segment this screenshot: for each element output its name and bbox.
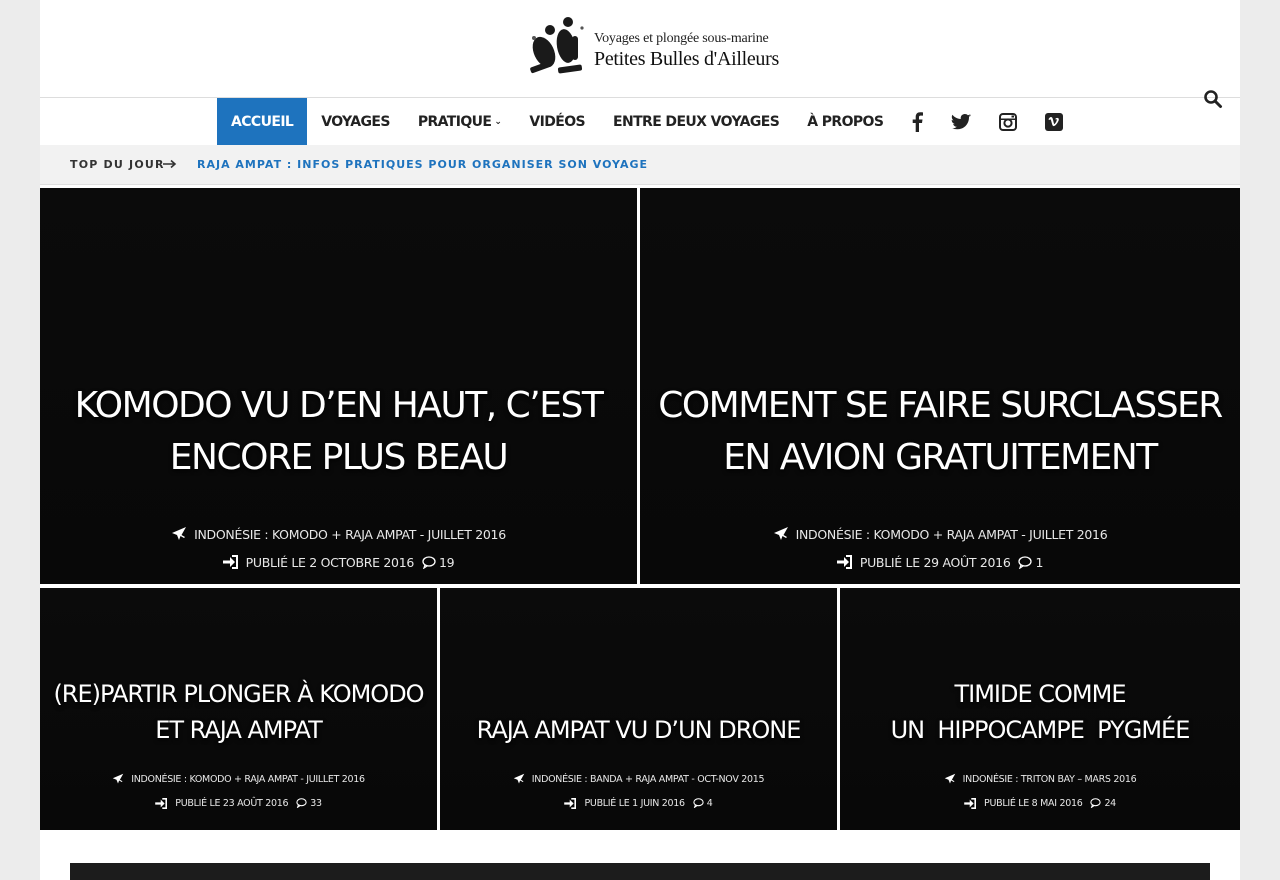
comment-count[interactable]: 1	[1035, 555, 1043, 570]
ticker-label: TOP DU JOUR	[70, 158, 165, 171]
main-nav: ACCUEIL VOYAGES PRATIQUE ⌄ VIDÉOS ENTRE D…	[40, 90, 1240, 146]
comment-icon	[296, 798, 307, 808]
nav-item-label: À PROPOS	[807, 114, 884, 130]
instagram-icon	[999, 113, 1018, 131]
ticker-article-link[interactable]: RAJA AMPAT : INFOS PRATIQUES POUR ORGANI…	[197, 158, 648, 171]
sign-in-icon	[564, 797, 577, 809]
publish-date: PUBLIÉ LE 8 MAI 2016	[984, 797, 1083, 809]
sign-in-icon	[836, 555, 853, 569]
card-title-line: COMMENT SE FAIRE SURCLASSER	[658, 385, 1223, 426]
featured-card[interactable]: TIMIDE COMME UN HIPPOCAMPE PYGMÉE INDONÉ…	[840, 588, 1240, 830]
logo-tagline: Voyages et plongée sous-marine	[594, 31, 769, 46]
featured-card[interactable]: COMMENT SE FAIRE SURCLASSER EN AVION GRA…	[640, 188, 1240, 584]
airplane-icon	[944, 773, 956, 785]
card-meta: PUBLIÉ LE 29 AOÛT 2016 1	[640, 548, 1240, 576]
card-meta: PUBLIÉ LE 23 AOÛT 2016 33	[40, 791, 437, 815]
category-label: INDONÉSIE : KOMODO + RAJA AMPAT - JUILLE…	[194, 526, 506, 542]
nav-item-voyages[interactable]: VOYAGES	[307, 98, 404, 146]
top-of-day-ticker: TOP DU JOUR RAJA AMPAT : INFOS PRATIQUES…	[40, 145, 1240, 185]
facebook-link[interactable]	[897, 98, 937, 146]
card-meta: PUBLIÉ LE 1 JUIN 2016 4	[440, 791, 837, 815]
comment-icon	[693, 798, 704, 808]
category-label: INDONÉSIE : KOMODO + RAJA AMPAT - JUILLE…	[795, 526, 1108, 542]
featured-card[interactable]: (RE)PARTIR PLONGER À KOMODO ET RAJA AMPA…	[40, 588, 437, 830]
twitter-link[interactable]	[937, 98, 985, 146]
site-header: Voyages et plongée sous-marine Petites B…	[40, 0, 1240, 97]
sign-in-icon	[155, 797, 168, 809]
page: Voyages et plongée sous-marine Petites B…	[40, 0, 1240, 880]
card-title-line: (RE)PARTIR PLONGER À KOMODO	[53, 680, 424, 708]
chevron-down-icon: ⌄	[494, 117, 502, 127]
search-icon	[1204, 90, 1222, 108]
card-category[interactable]: INDONÉSIE : KOMODO + RAJA AMPAT - JUILLE…	[40, 520, 637, 548]
card-title-line: ENCORE PLUS BEAU	[169, 437, 509, 478]
facebook-icon	[913, 112, 924, 132]
divers-logo-icon	[530, 17, 584, 74]
card-meta: PUBLIÉ LE 2 OCTOBRE 2016 19	[40, 548, 637, 576]
card-title-line: KOMODO VU D’EN HAUT, C’EST	[74, 385, 604, 426]
card-title-line: TIMIDE COMME	[954, 680, 1126, 708]
publish-date: PUBLIÉ LE 23 AOÛT 2016	[175, 797, 289, 809]
card-title-line: EN AVION GRATUITEMENT	[723, 437, 1158, 478]
nav-item-a-propos[interactable]: À PROPOS	[793, 98, 897, 146]
card-title-line: UN HIPPOCAMPE PYGMÉE	[890, 716, 1191, 744]
card-category[interactable]: INDONÉSIE : KOMODO + RAJA AMPAT - JUILLE…	[40, 767, 437, 791]
nav-item-label: VOYAGES	[321, 114, 390, 130]
nav-item-label: ENTRE DEUX VOYAGES	[612, 114, 780, 130]
twitter-icon	[951, 114, 972, 130]
nav-item-label: PRATIQUE	[417, 114, 492, 130]
vimeo-link[interactable]	[1031, 98, 1077, 146]
comment-count[interactable]: 24	[1104, 798, 1116, 809]
publish-date: PUBLIÉ LE 2 OCTOBRE 2016	[245, 554, 415, 570]
comment-count[interactable]: 19	[439, 555, 455, 570]
card-title[interactable]: TIMIDE COMME UN HIPPOCAMPE PYGMÉE	[840, 676, 1240, 748]
sign-in-icon	[222, 555, 239, 569]
category-label: INDONÉSIE : KOMODO + RAJA AMPAT - JUILLE…	[131, 773, 365, 785]
card-title[interactable]: KOMODO VU D’EN HAUT, C’EST ENCORE PLUS B…	[40, 380, 637, 484]
site-logo[interactable]: Voyages et plongée sous-marine Petites B…	[520, 8, 780, 80]
airplane-icon	[171, 526, 187, 542]
card-title-line: RAJA AMPAT VU D’UN DRONE	[476, 716, 802, 744]
card-title[interactable]: (RE)PARTIR PLONGER À KOMODO ET RAJA AMPA…	[40, 676, 437, 748]
card-title-line: ET RAJA AMPAT	[155, 716, 323, 744]
category-label: INDONÉSIE : BANDA + RAJA AMPAT - OCT-NOV…	[531, 773, 765, 785]
card-title[interactable]: COMMENT SE FAIRE SURCLASSER EN AVION GRA…	[640, 380, 1240, 484]
comment-icon	[422, 555, 436, 569]
airplane-icon	[773, 526, 789, 542]
arrow-right-icon	[163, 157, 177, 176]
comment-count[interactable]: 4	[707, 798, 713, 809]
comment-icon	[1090, 798, 1102, 808]
publish-date: PUBLIÉ LE 1 JUIN 2016	[584, 797, 685, 809]
card-category[interactable]: INDONÉSIE : KOMODO + RAJA AMPAT - JUILLE…	[640, 520, 1240, 548]
airplane-icon	[513, 773, 525, 785]
nav-item-accueil[interactable]: ACCUEIL	[217, 98, 308, 146]
card-meta: PUBLIÉ LE 8 MAI 2016 24	[840, 791, 1240, 815]
category-label: INDONÉSIE : TRITON BAY – MARS 2016	[962, 773, 1137, 785]
nav-item-entre-deux-voyages[interactable]: ENTRE DEUX VOYAGES	[599, 98, 793, 146]
featured-card[interactable]: RAJA AMPAT VU D’UN DRONE INDONÉSIE : BAN…	[440, 588, 837, 830]
card-category[interactable]: INDONÉSIE : TRITON BAY – MARS 2016	[840, 767, 1240, 791]
nav-item-label: VIDÉOS	[529, 114, 585, 130]
comment-count[interactable]: 33	[310, 798, 322, 809]
nav-item-label: ACCUEIL	[231, 114, 294, 130]
nav-item-pratique[interactable]: PRATIQUE ⌄	[404, 98, 516, 146]
search-button[interactable]	[1203, 89, 1223, 114]
card-title[interactable]: RAJA AMPAT VU D’UN DRONE	[440, 712, 837, 748]
airplane-icon	[112, 773, 124, 785]
instagram-link[interactable]	[985, 98, 1031, 146]
nav-item-videos[interactable]: VIDÉOS	[515, 98, 599, 146]
comment-icon	[1018, 555, 1033, 569]
vimeo-icon	[1045, 113, 1064, 131]
logo-site-name: Petites Bulles d'Ailleurs	[594, 48, 779, 70]
featured-card[interactable]: KOMODO VU D’EN HAUT, C’EST ENCORE PLUS B…	[40, 188, 637, 584]
publish-date: PUBLIÉ LE 29 AOÛT 2016	[859, 554, 1011, 570]
card-category[interactable]: INDONÉSIE : BANDA + RAJA AMPAT - OCT-NOV…	[440, 767, 837, 791]
content-section-bar	[70, 863, 1210, 880]
sign-in-icon	[964, 797, 977, 809]
